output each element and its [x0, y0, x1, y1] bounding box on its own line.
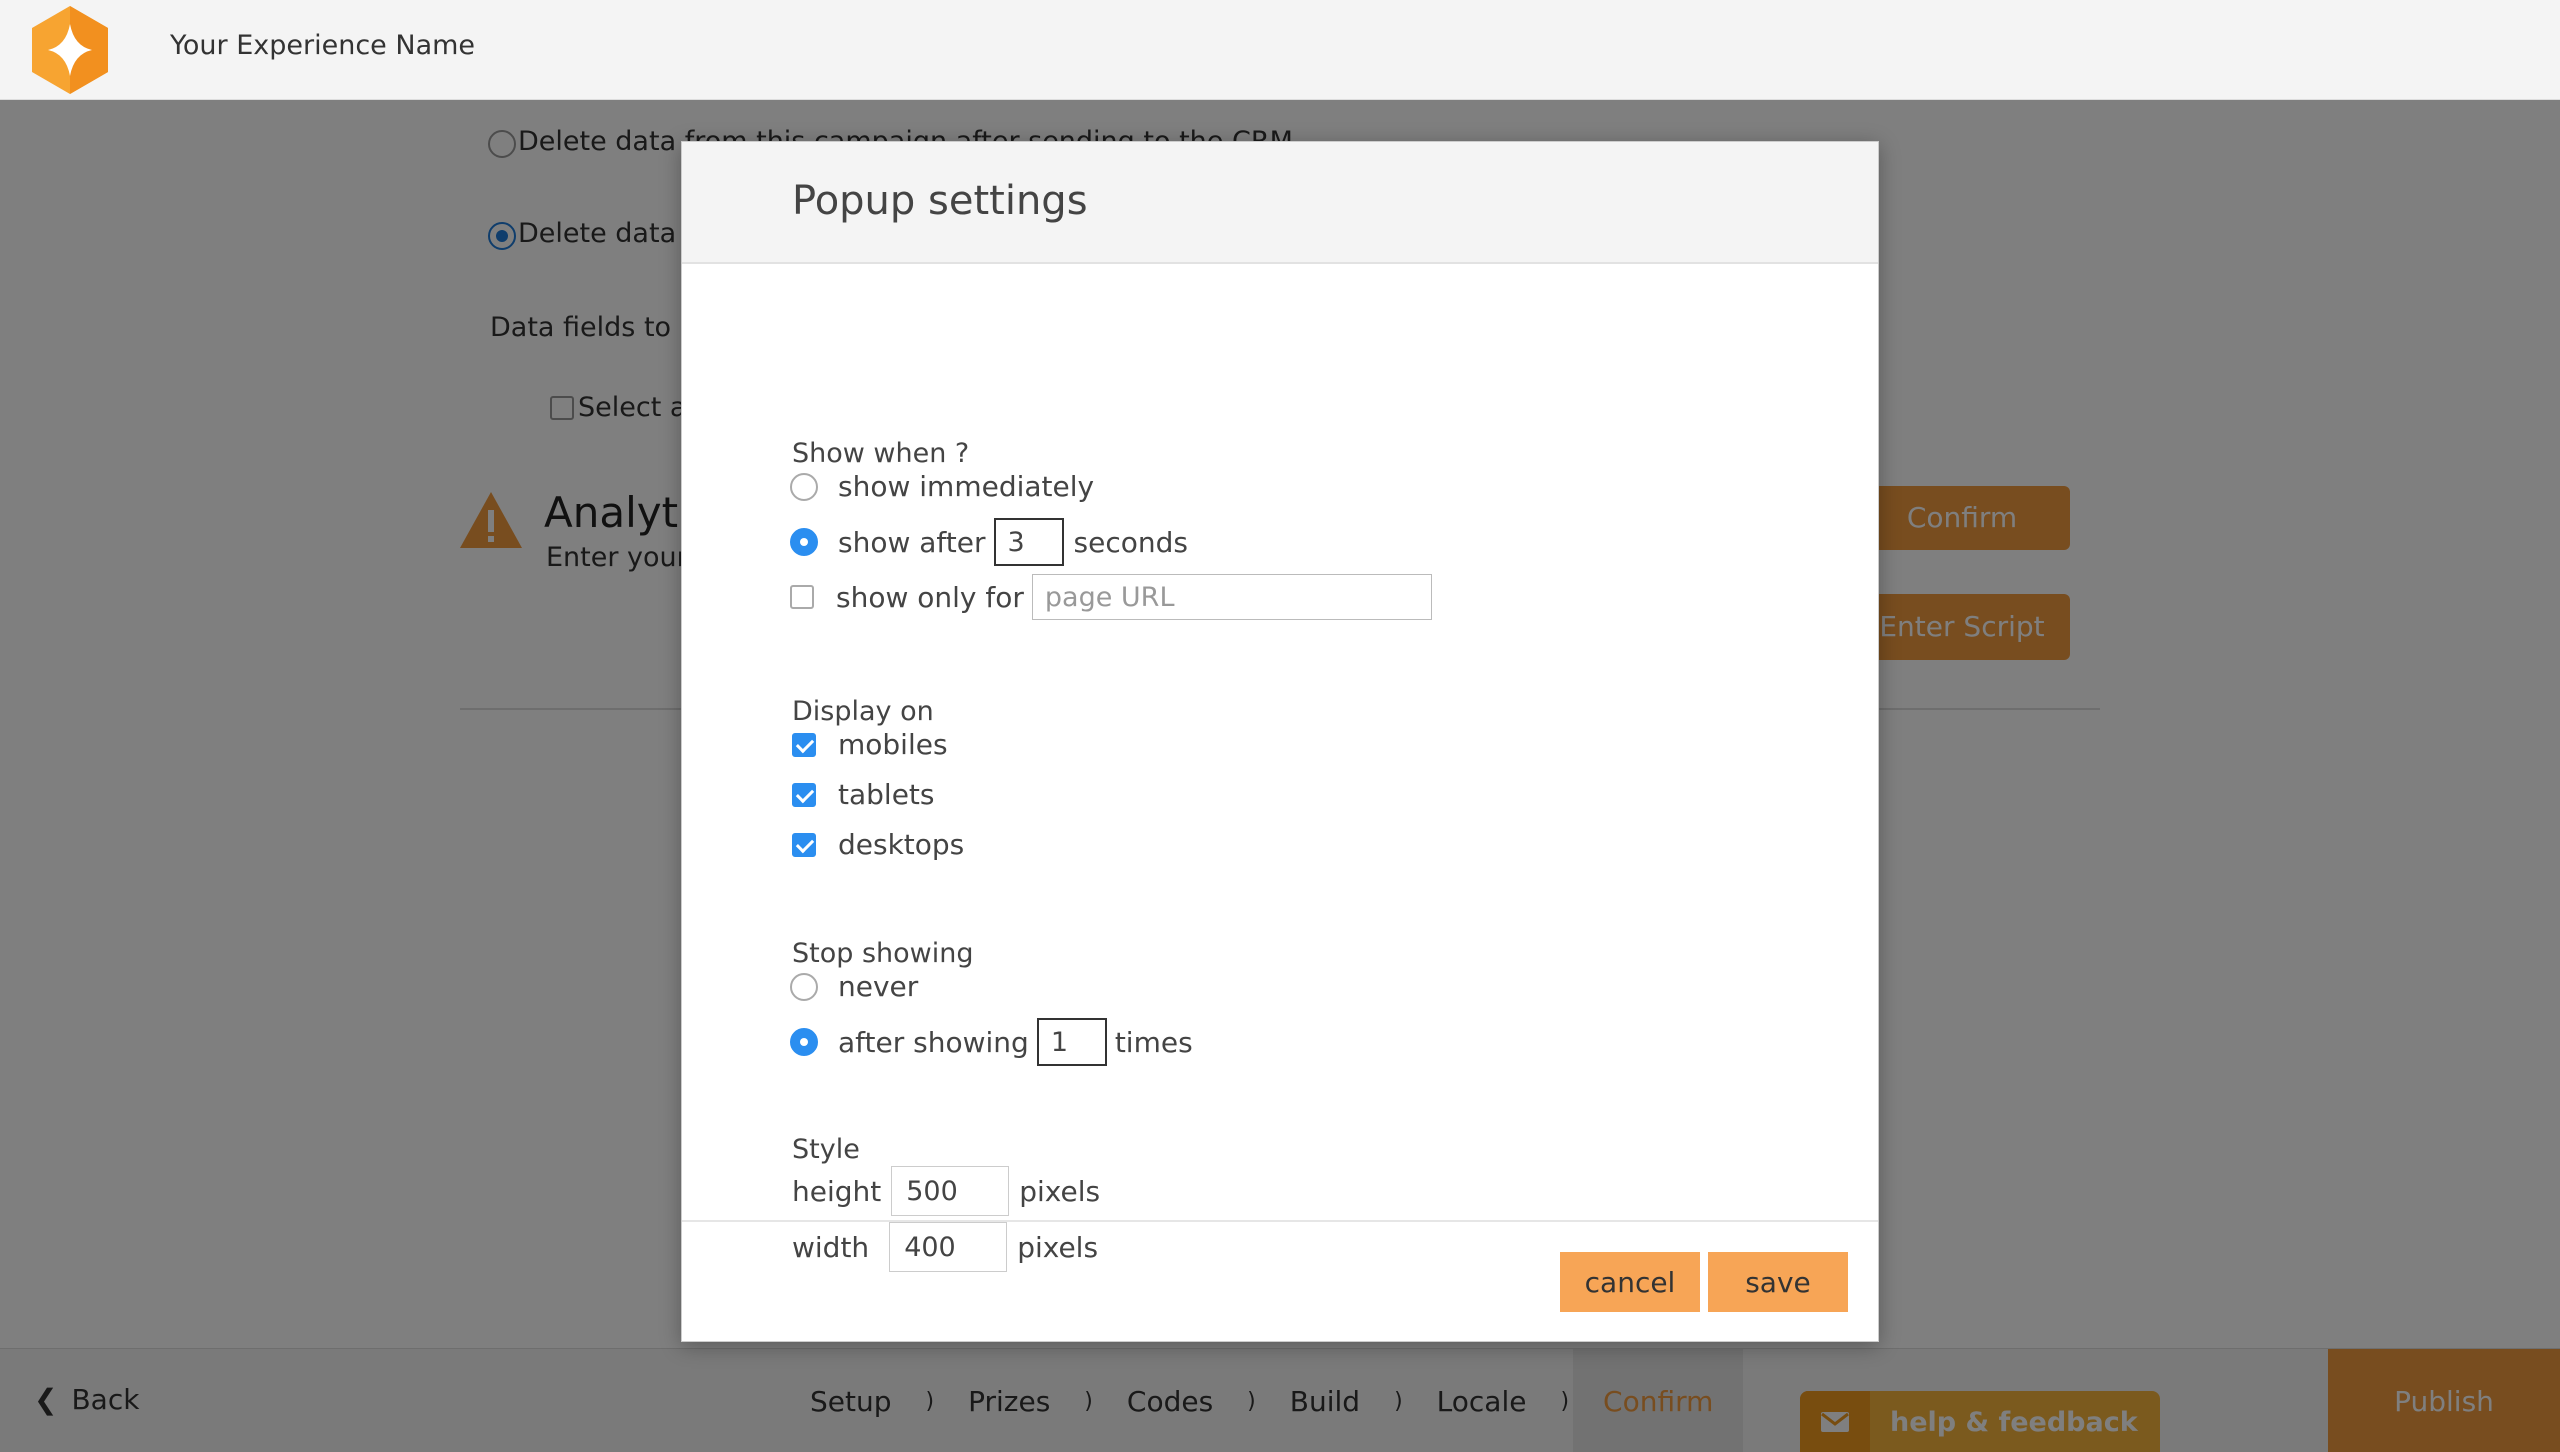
height-input[interactable]: 500 — [891, 1166, 1010, 1216]
dialog-footer-divider — [682, 1220, 1878, 1222]
show-when-title: Show when ? — [792, 438, 970, 469]
tablets-label: tablets — [838, 778, 935, 811]
desktops-checkbox[interactable] — [792, 832, 816, 857]
never-radio[interactable] — [790, 972, 818, 1001]
never-label: never — [838, 970, 919, 1003]
logo-icon[interactable] — [28, 4, 112, 96]
display-mobiles-option[interactable]: mobiles — [792, 728, 948, 761]
show-after-label: show after — [838, 525, 986, 559]
mobiles-label: mobiles — [838, 728, 948, 761]
height-unit-label: pixels — [1019, 1174, 1101, 1208]
seconds-label: seconds — [1073, 525, 1188, 559]
height-label: height — [792, 1174, 882, 1208]
show-after-seconds-input[interactable]: 3 — [993, 518, 1064, 566]
popup-settings-dialog: Popup settings Show when ? show immediat… — [681, 141, 1879, 1342]
mobiles-checkbox[interactable] — [792, 732, 816, 757]
display-on-title: Display on — [792, 696, 934, 727]
show-immediately-label: show immediately — [838, 470, 1095, 503]
tablets-checkbox[interactable] — [792, 782, 816, 807]
width-label: width — [792, 1230, 870, 1264]
stop-after-option[interactable]: after showing 1 times — [790, 1018, 1193, 1066]
display-desktops-option[interactable]: desktops — [792, 828, 964, 861]
style-title: Style — [792, 1134, 860, 1165]
top-bar: Your Experience Name — [0, 0, 2560, 100]
display-tablets-option[interactable]: tablets — [792, 778, 934, 811]
stop-showing-title: Stop showing — [792, 938, 974, 969]
times-label: times — [1114, 1025, 1193, 1059]
page-url-input[interactable]: page URL — [1031, 574, 1432, 620]
after-showing-times-input[interactable]: 1 — [1036, 1018, 1107, 1066]
experience-name[interactable]: Your Experience Name — [170, 30, 475, 61]
show-immediately-option[interactable]: show immediately — [790, 470, 1094, 503]
after-showing-label: after showing — [838, 1025, 1029, 1059]
show-only-for-option[interactable]: show only for page URL — [790, 574, 1432, 620]
dialog-title: Popup settings — [792, 178, 1088, 224]
height-row: height 500 pixels — [792, 1166, 1100, 1216]
width-row: width 400 pixels — [792, 1222, 1098, 1272]
stop-never-option[interactable]: never — [790, 970, 918, 1003]
dialog-header: Popup settings — [682, 142, 1878, 264]
desktops-label: desktops — [838, 828, 965, 861]
after-showing-radio[interactable] — [790, 1028, 818, 1056]
show-only-for-checkbox[interactable] — [790, 585, 814, 609]
show-immediately-radio[interactable] — [790, 472, 818, 501]
save-button[interactable]: save — [1708, 1252, 1848, 1312]
cancel-button[interactable]: cancel — [1560, 1252, 1700, 1312]
show-after-option[interactable]: show after 3 seconds — [790, 518, 1188, 566]
width-unit-label: pixels — [1017, 1230, 1099, 1264]
show-after-radio[interactable] — [790, 528, 818, 556]
show-only-for-label: show only for — [836, 580, 1024, 614]
width-input[interactable]: 400 — [889, 1222, 1008, 1272]
